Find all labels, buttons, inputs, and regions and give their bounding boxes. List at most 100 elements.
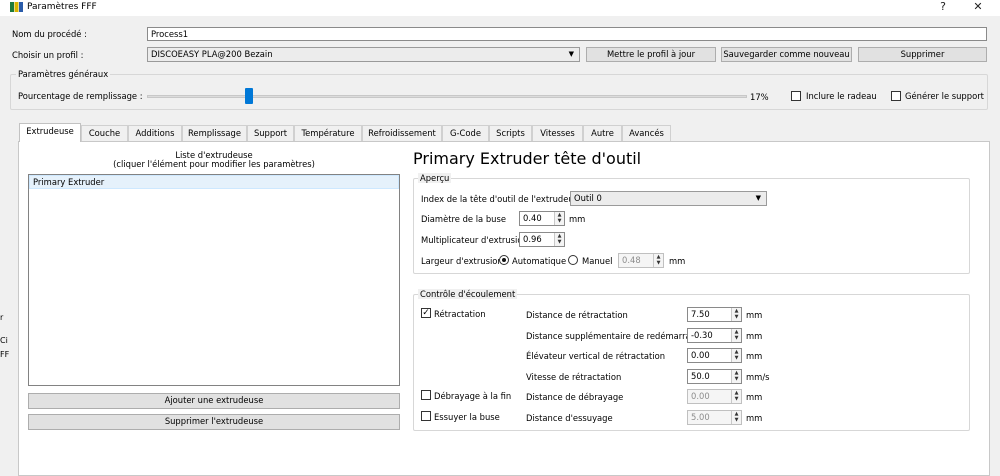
overview-title: Aperçu <box>418 173 452 183</box>
retraction-distance-label: Distance de rétractation <box>526 310 628 320</box>
vertical-lift-value: 0.00 <box>691 350 710 360</box>
tab-additions[interactable]: Additions <box>128 125 182 141</box>
nozzle-diameter-unit: mm <box>569 214 586 224</box>
infill-slider-handle[interactable] <box>245 88 253 104</box>
remove-extruder-button[interactable]: Supprimer l'extrudeuse <box>28 414 400 430</box>
vertical-lift-spinbox[interactable]: 0.00 ▲ ▼ <box>687 348 742 363</box>
extrusion-multiplier-spinbox[interactable]: 0.96 ▲ ▼ <box>519 232 565 247</box>
spin-arrows-icon[interactable]: ▲ ▼ <box>731 329 741 342</box>
tab-vitesses[interactable]: Vitesses <box>532 125 583 141</box>
extrusion-multiplier-value: 0.96 <box>523 234 542 244</box>
tab-extrudeuse[interactable]: Extrudeuse <box>19 123 81 142</box>
process-name-label: Nom du procédé : <box>12 29 87 39</box>
extrusion-multiplier-label: Multiplicateur d'extrusion <box>421 235 528 245</box>
profile-select[interactable]: DISCOEASY PLA@200 Bezain ▼ <box>147 47 580 62</box>
app-logo-icon <box>10 2 23 12</box>
spin-arrows-icon[interactable]: ▲ ▼ <box>731 390 741 403</box>
edge-fragment: r <box>0 313 4 322</box>
profile-label: Choisir un profil : <box>12 50 84 60</box>
update-profile-button[interactable]: Mettre le profil à jour <box>586 47 716 62</box>
width-manual-radio[interactable] <box>568 255 578 265</box>
delete-profile-button[interactable]: Supprimer <box>858 47 987 62</box>
spin-arrows-icon[interactable]: ▲ ▼ <box>731 308 741 321</box>
help-button[interactable]: ? <box>928 0 958 14</box>
spin-arrows-icon[interactable]: ▲ ▼ <box>554 233 564 246</box>
vertical-lift-label: Élévateur vertical de rétractation <box>526 351 666 361</box>
extrusion-width-unit: mm <box>669 256 686 266</box>
wipe-distance-value: 5.00 <box>691 412 710 422</box>
close-button[interactable]: ✕ <box>963 0 993 14</box>
general-settings-title: Paramètres généraux <box>16 69 111 79</box>
coast-distance-spinbox[interactable]: 0.00 ▲ ▼ <box>687 389 742 404</box>
wipe-distance-unit: mm <box>746 413 763 423</box>
width-manual-label: Manuel <box>582 256 613 266</box>
wipe-checkbox[interactable] <box>421 411 431 421</box>
tab-autre[interactable]: Autre <box>583 125 622 141</box>
flow-control-title: Contrôle d'écoulement <box>418 289 518 299</box>
spin-arrows-icon[interactable]: ▲ ▼ <box>731 411 741 424</box>
extra-restart-spinbox[interactable]: -0.30 ▲ ▼ <box>687 328 742 343</box>
extra-restart-label: Distance supplémentaire de redémarrage <box>526 331 702 341</box>
width-auto-radio[interactable] <box>499 255 509 265</box>
extra-restart-value: -0.30 <box>691 330 713 340</box>
tab-support[interactable]: Support <box>247 125 294 141</box>
extrusion-width-label: Largeur d'extrusion <box>421 256 503 266</box>
tool-index-value: Outil 0 <box>574 193 602 203</box>
support-checkbox[interactable] <box>891 91 901 101</box>
retraction-speed-label: Vitesse de rétractation <box>526 372 622 382</box>
retraction-checkbox[interactable]: ✓ <box>421 308 431 318</box>
nozzle-diameter-spinbox[interactable]: 0.40 ▲ ▼ <box>519 211 565 226</box>
raft-checkbox[interactable] <box>791 91 801 101</box>
retraction-speed-value: 50.0 <box>691 371 710 381</box>
add-extruder-button[interactable]: Ajouter une extrudeuse <box>28 393 400 409</box>
edge-fragment: Ci <box>0 336 8 345</box>
title-bar <box>0 0 1000 16</box>
window-title: Paramètres FFF <box>27 2 97 12</box>
extruder-heading: Primary Extruder tête d'outil <box>413 149 642 168</box>
extra-restart-unit: mm <box>746 331 763 341</box>
list-item[interactable]: Primary Extruder <box>29 175 399 189</box>
retraction-distance-spinbox[interactable]: 7.50 ▲ ▼ <box>687 307 742 322</box>
coast-distance-unit: mm <box>746 392 763 402</box>
extrusion-width-spinbox[interactable]: 0.48 ▲ ▼ <box>618 253 664 268</box>
infill-slider-track[interactable] <box>147 95 747 98</box>
spin-arrows-icon[interactable]: ▲ ▼ <box>731 349 741 362</box>
chevron-down-icon: ▼ <box>755 194 761 202</box>
nozzle-diameter-label: Diamètre de la buse <box>421 214 506 224</box>
tab-temperature[interactable]: Température <box>294 125 362 141</box>
coast-checkbox[interactable] <box>421 390 431 400</box>
retraction-distance-unit: mm <box>746 310 763 320</box>
infill-value: 17% <box>750 92 769 102</box>
retraction-speed-unit: mm/s <box>746 372 770 382</box>
extrusion-width-value: 0.48 <box>622 255 641 265</box>
save-as-new-button[interactable]: Sauvegarder comme nouveau <box>721 47 852 62</box>
tab-couche[interactable]: Couche <box>81 125 128 141</box>
tab-gcode[interactable]: G-Code <box>442 125 489 141</box>
nozzle-diameter-value: 0.40 <box>523 213 542 223</box>
retraction-label: Rétractation <box>434 309 486 319</box>
support-label: Générer le support <box>905 91 984 101</box>
tab-remplissage[interactable]: Remplissage <box>182 125 247 141</box>
spin-arrows-icon[interactable]: ▲ ▼ <box>731 370 741 383</box>
vertical-lift-unit: mm <box>746 351 763 361</box>
coast-distance-value: 0.00 <box>691 391 710 401</box>
spin-arrows-icon[interactable]: ▲ ▼ <box>554 212 564 225</box>
extruder-list[interactable] <box>28 174 400 386</box>
retraction-distance-value: 7.50 <box>691 309 710 319</box>
tab-refroidissement[interactable]: Refroidissement <box>362 125 442 141</box>
coast-distance-label: Distance de débrayage <box>526 392 624 402</box>
retraction-speed-spinbox[interactable]: 50.0 ▲ ▼ <box>687 369 742 384</box>
edge-fragment: FF <box>0 350 10 359</box>
tool-index-select[interactable]: Outil 0 ▼ <box>570 191 767 206</box>
chevron-down-icon: ▼ <box>568 50 574 58</box>
tab-avances[interactable]: Avancés <box>622 125 671 141</box>
infill-label: Pourcentage de remplissage : <box>18 91 143 101</box>
raft-label: Inclure le radeau <box>806 91 877 101</box>
wipe-distance-spinbox[interactable]: 5.00 ▲ ▼ <box>687 410 742 425</box>
process-name-input[interactable]: Process1 <box>147 27 987 41</box>
coast-label: Débrayage à la fin <box>434 391 512 401</box>
check-icon: ✓ <box>422 308 430 318</box>
width-auto-label: Automatique <box>512 256 567 266</box>
spin-arrows-icon[interactable]: ▲ ▼ <box>653 254 663 267</box>
tab-scripts[interactable]: Scripts <box>489 125 532 141</box>
